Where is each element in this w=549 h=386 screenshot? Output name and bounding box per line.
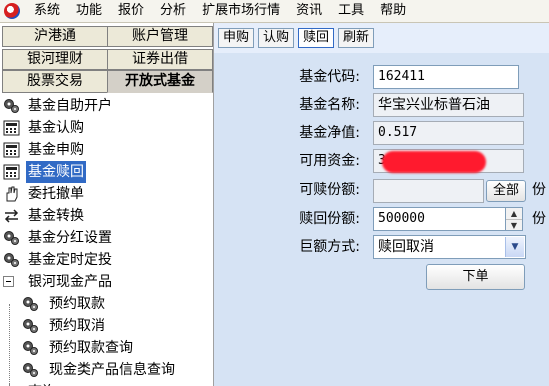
menu-function[interactable]: 功能 bbox=[68, 0, 110, 22]
tree-item-reserve-withdraw[interactable]: 预约取款 bbox=[0, 293, 212, 315]
tree-item-label: 现金类产品信息查询 bbox=[49, 362, 175, 378]
gears-icon bbox=[4, 231, 19, 245]
tab-galaxy-wealth[interactable]: 银河理财 bbox=[2, 49, 108, 70]
function-tree: 基金自助开户 基金认购 基金申购 基金赎回 委托撤单 基金转换 基金分红设置 基… bbox=[0, 95, 212, 386]
transfer-arrows-icon bbox=[4, 209, 19, 223]
redeem-amount-label: 赎回份额: bbox=[299, 211, 360, 227]
menu-bar: 系统 功能 报价 分析 扩展市场行情 资讯 工具 帮助 bbox=[0, 0, 549, 23]
app-logo-icon bbox=[4, 3, 20, 19]
hand-icon bbox=[6, 186, 18, 202]
tree-item-fund-transfer[interactable]: 基金转换 bbox=[0, 205, 212, 227]
gears-icon bbox=[23, 363, 38, 377]
menu-tools[interactable]: 工具 bbox=[330, 0, 372, 22]
chevron-down-icon[interactable]: ▼ bbox=[505, 237, 524, 257]
tree-item-dividend-setting[interactable]: 基金分红设置 bbox=[0, 227, 212, 249]
redeem-amount-input[interactable]: 500000 bbox=[373, 207, 506, 231]
calculator-icon bbox=[3, 120, 20, 136]
tree-item-scheduled-investment[interactable]: 基金定时定投 bbox=[0, 249, 212, 271]
tab-row-2: 银河理财 证券出借 bbox=[2, 49, 213, 70]
tree-item-label: 基金分红设置 bbox=[28, 230, 112, 246]
all-shares-button[interactable]: 全部 bbox=[486, 180, 526, 202]
tree-item-fund-redeem[interactable]: 基金赎回 bbox=[0, 161, 212, 183]
left-panel: 沪港通 账户管理 银河理财 证券出借 股票交易 开放式基金 基金自助开户 基金认… bbox=[0, 23, 214, 386]
tab-purchase[interactable]: 申购 bbox=[218, 28, 254, 48]
redeem-amount-stepper[interactable]: ▲ ▼ bbox=[505, 207, 523, 231]
tree-item-label: 基金定时定投 bbox=[28, 252, 112, 268]
fund-code-label: 基金代码: bbox=[299, 69, 360, 85]
tree-item-label: 预约取款 bbox=[49, 296, 105, 312]
tree-item-label: 预约取款查询 bbox=[49, 340, 133, 356]
tree-item-label: 银河现金产品 bbox=[28, 274, 112, 290]
tab-hk-connect[interactable]: 沪港通 bbox=[2, 26, 108, 47]
large-redemption-method-label: 巨额方式: bbox=[299, 239, 360, 255]
tree-item-cash-product-info[interactable]: 现金类产品信息查询 bbox=[0, 359, 212, 381]
tree-item-label: 基金申购 bbox=[28, 142, 84, 158]
calculator-icon bbox=[3, 142, 20, 158]
fund-name-label: 基金名称: bbox=[299, 97, 360, 113]
gears-icon bbox=[23, 319, 38, 333]
menu-help[interactable]: 帮助 bbox=[372, 0, 414, 22]
submit-order-button[interactable]: 下单 bbox=[426, 264, 525, 290]
tab-redeem[interactable]: 赎回 bbox=[298, 28, 334, 48]
tab-row-3: 股票交易 开放式基金 bbox=[2, 70, 213, 93]
tree-item-label: 预约取消 bbox=[49, 318, 105, 334]
selected-option: 赎回取消 bbox=[378, 239, 434, 255]
redeem-panel: 申购 认购 赎回 刷新 基金代码: 162411 基金名称: 华宝兴业标普石油 … bbox=[214, 23, 549, 386]
tab-open-end-fund[interactable]: 开放式基金 bbox=[107, 70, 213, 93]
redeemable-shares-label: 可赎份额: bbox=[299, 182, 360, 198]
calculator-icon bbox=[3, 164, 20, 180]
menu-system[interactable]: 系统 bbox=[26, 0, 68, 22]
tab-refresh[interactable]: 刷新 bbox=[338, 28, 374, 48]
available-funds-label: 可用资金: bbox=[299, 153, 360, 169]
redaction-mark bbox=[382, 151, 486, 173]
tree-item-reserve-cancel[interactable]: 预约取消 bbox=[0, 315, 212, 337]
gears-icon bbox=[4, 253, 19, 267]
stepper-up-icon[interactable]: ▲ bbox=[506, 208, 522, 220]
collapse-icon[interactable] bbox=[3, 276, 14, 287]
tab-stock-trading[interactable]: 股票交易 bbox=[2, 70, 108, 93]
shares-unit-label: 份 bbox=[532, 182, 546, 198]
redeemable-shares-field bbox=[373, 179, 484, 203]
tree-item-label: 查询 bbox=[26, 381, 58, 386]
tree-item-fund-subscribe[interactable]: 基金认购 bbox=[0, 117, 212, 139]
menu-news[interactable]: 资讯 bbox=[288, 0, 330, 22]
gears-icon bbox=[4, 99, 19, 113]
function-tabs: 申购 认购 赎回 刷新 bbox=[214, 23, 549, 53]
fund-code-field[interactable]: 162411 bbox=[373, 65, 519, 89]
tree-item-label: 委托撤单 bbox=[28, 186, 84, 202]
stepper-down-icon[interactable]: ▼ bbox=[506, 220, 522, 231]
tab-row-1: 沪港通 账户管理 bbox=[2, 26, 213, 47]
tree-item-fund-purchase[interactable]: 基金申购 bbox=[0, 139, 212, 161]
large-redemption-method-select[interactable]: 赎回取消 ▼ bbox=[373, 235, 526, 259]
tree-item-galaxy-cash[interactable]: 银河现金产品 bbox=[0, 271, 212, 293]
tree-item-query[interactable]: 查询 bbox=[0, 381, 212, 386]
shares-unit-label: 份 bbox=[532, 211, 546, 227]
tree-item-fund-self-open[interactable]: 基金自助开户 bbox=[0, 95, 212, 117]
tab-subscribe[interactable]: 认购 bbox=[258, 28, 294, 48]
tab-account-management[interactable]: 账户管理 bbox=[107, 26, 213, 47]
tree-item-cancel-order[interactable]: 委托撤单 bbox=[0, 183, 212, 205]
menu-extended-market[interactable]: 扩展市场行情 bbox=[194, 0, 288, 22]
menu-quote[interactable]: 报价 bbox=[110, 0, 152, 22]
nav-field: 0.517 bbox=[373, 121, 524, 145]
tree-item-label: 基金赎回 bbox=[26, 161, 86, 183]
tree-item-reserve-query[interactable]: 预约取款查询 bbox=[0, 337, 212, 359]
fund-name-field: 华宝兴业标普石油 bbox=[373, 93, 524, 117]
tree-item-label: 基金认购 bbox=[28, 120, 84, 136]
nav-label: 基金净值: bbox=[299, 125, 360, 141]
gears-icon bbox=[23, 297, 38, 311]
tab-securities-lending[interactable]: 证券出借 bbox=[107, 49, 213, 70]
menu-analysis[interactable]: 分析 bbox=[152, 0, 194, 22]
tree-item-label: 基金转换 bbox=[28, 208, 84, 224]
gears-icon bbox=[23, 341, 38, 355]
tree-item-label: 基金自助开户 bbox=[28, 98, 112, 114]
